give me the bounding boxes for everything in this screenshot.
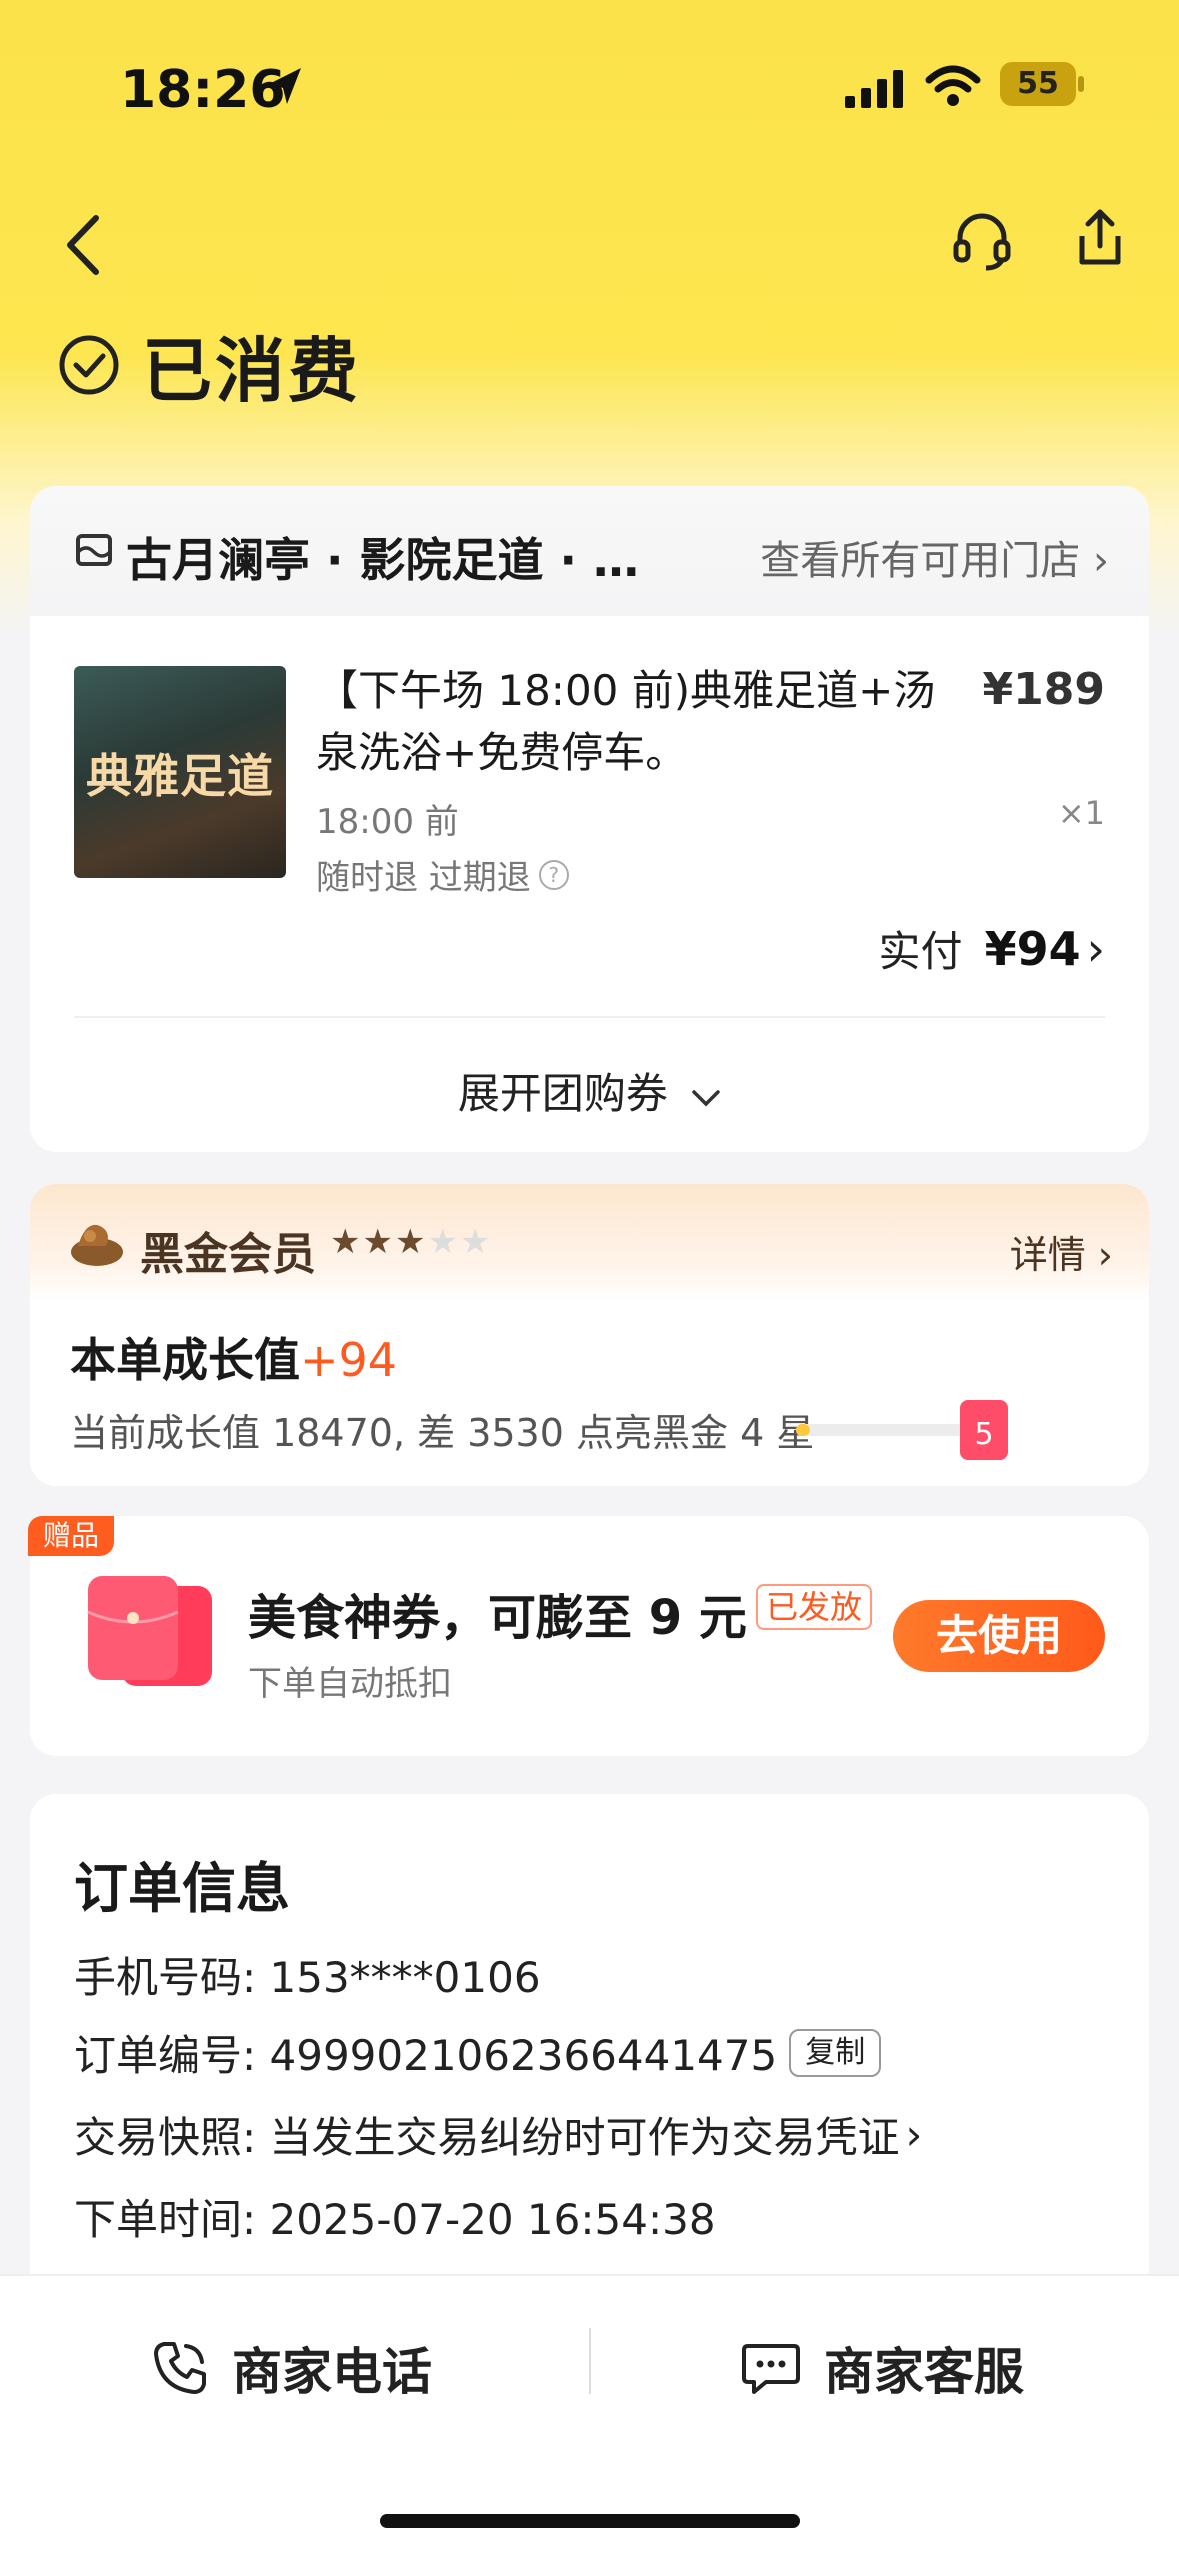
merchant-service-button[interactable]: 商家客服 (740, 2332, 1024, 2404)
phone-row: 手机号码: 153****0106 (74, 1944, 541, 2005)
chat-bubble-icon (742, 2344, 800, 2394)
membership-detail-link[interactable]: 详情 › (1010, 1224, 1113, 1279)
expand-coupons-button[interactable]: 展开团购券 (30, 1060, 1149, 1121)
red-packet-number: 5 (974, 1417, 994, 1452)
paid-amount-row[interactable]: 实付 ¥94 › (879, 918, 1105, 979)
order-info-card: 订单信息 手机号码: 153****0106 订单编号: 49990210623… (30, 1794, 1149, 2294)
store-icon (76, 534, 112, 566)
issued-badge: 已发放 (756, 1584, 873, 1630)
merchant-phone-button[interactable]: 商家电话 (150, 2332, 432, 2404)
order-time-text: 下单时间: 2025-07-20 16:54:38 (74, 2195, 716, 2244)
copy-button[interactable]: 复制 (789, 2028, 882, 2077)
gift-tag: 赠品 (28, 1516, 114, 1556)
gift-title: 美食神券，可膨至 9 元 (248, 1590, 747, 1646)
chevron-right-icon: › (1097, 1233, 1113, 1277)
shop-bar[interactable]: 古月澜亭 · 影院足道 · … 查看所有可用门店 › (30, 486, 1149, 616)
phone-icon (154, 2342, 206, 2394)
growth-progress-fill (796, 1424, 810, 1436)
bottom-divider (589, 2328, 591, 2394)
paid-value: ¥94 (984, 921, 1081, 976)
black-gold-member-logo-icon (71, 1224, 123, 1266)
merchant-service-label: 商家客服 (824, 2343, 1024, 2401)
membership-header: 黑金会员 ★★★★★ 详情 › (30, 1184, 1149, 1302)
back-arrow-icon[interactable] (58, 210, 108, 280)
product-price: ¥189 (982, 664, 1105, 715)
shop-name[interactable]: 古月澜亭 · 影院足道 · … (126, 524, 639, 590)
growth-progress-text: 当前成长值 18470, 差 3530 点亮黑金 4 星 (70, 1411, 815, 1455)
red-packet-reward-icon: 5 (960, 1400, 1008, 1460)
battery-indicator: 55 (1000, 62, 1076, 106)
expand-label: 展开团购券 (457, 1069, 668, 1118)
merchant-phone-label: 商家电话 (232, 2343, 432, 2401)
cellular-signal-icon (845, 70, 903, 108)
gift-card: 赠品 美食神券，可膨至 9 元 已发放 下单自动抵扣 去使用 (28, 1516, 1149, 1756)
location-arrow-icon (269, 68, 301, 104)
star-filled-icon: ★ (330, 1222, 363, 1262)
growth-value-title: 本单成长值+94 (70, 1324, 397, 1390)
star-filled-icon: ★ (394, 1222, 428, 1262)
order-info-title: 订单信息 (74, 1857, 290, 1920)
divider (74, 1016, 1105, 1018)
phone-text: 手机号码: 153****0106 (74, 1953, 541, 2002)
star-empty-icon: ★ (459, 1222, 493, 1262)
chevron-right-icon: › (1086, 921, 1105, 976)
battery-tip (1078, 76, 1084, 92)
membership-title: 黑金会员 (140, 1229, 316, 1280)
share-icon[interactable] (1068, 206, 1132, 270)
gift-subtitle: 下单自动抵扣 (248, 1664, 452, 1704)
snapshot-text: 交易快照: 当发生交易纠纷时可作为交易凭证 (74, 2113, 900, 2162)
product-card: 古月澜亭 · 影院足道 · … 查看所有可用门店 › 典雅足道 【下午场 18:… (30, 486, 1149, 1152)
thumbnail-caption: 典雅足道 (86, 749, 274, 803)
star-empty-icon: ★ (427, 1222, 460, 1262)
membership-card: 黑金会员 ★★★★★ 详情 › 本单成长值+94 当前成长值 18470, 差 … (30, 1184, 1149, 1486)
status-bar: 18:26 55 (0, 60, 1179, 120)
wifi-icon (925, 65, 981, 106)
quantity: ×1 (1057, 794, 1105, 832)
growth-plus: +94 (300, 1333, 398, 1387)
view-all-stores-label: 查看所有可用门店 (760, 538, 1081, 584)
check-circle-icon (59, 335, 119, 395)
member-stars: ★★★★★ (330, 1222, 492, 1262)
growth-progress-bar (796, 1424, 968, 1436)
chevron-right-icon: › (1093, 538, 1109, 584)
status-label: 已消费 (142, 329, 361, 412)
refund-text: 随时退 过期退 (316, 858, 531, 898)
paid-label: 实付 (878, 927, 963, 976)
use-coupon-button[interactable]: 去使用 (893, 1600, 1105, 1672)
product-thumbnail[interactable]: 典雅足道 (74, 666, 286, 878)
order-number-text: 订单编号: 4999021062366441475 (74, 2031, 778, 2080)
order-number-row: 订单编号: 4999021062366441475 复制 (74, 2022, 882, 2083)
time-restriction: 18:00 前 (316, 802, 459, 842)
customer-service-headset-icon[interactable] (950, 210, 1014, 274)
view-all-stores-link[interactable]: 查看所有可用门店 › (760, 528, 1109, 586)
clock: 18:26 (120, 60, 286, 120)
order-status: 已消费 (58, 320, 361, 412)
red-envelope-coupon-icon (87, 1576, 212, 1686)
star-filled-icon: ★ (362, 1222, 395, 1262)
refund-policy: 随时退 过期退 ? (316, 850, 569, 899)
home-indicator (380, 2514, 800, 2528)
chevron-right-icon: › (905, 2110, 923, 2159)
chevron-down-icon (692, 1090, 720, 1107)
order-time-row: 下单时间: 2025-07-20 16:54:38 (74, 2186, 716, 2247)
snapshot-row[interactable]: 交易快照: 当发生交易纠纷时可作为交易凭证 › (74, 2104, 922, 2165)
product-title: 【下午场 18:00 前)典雅足道+汤泉洗浴+免费停车。 (316, 666, 936, 777)
growth-label: 本单成长值 (70, 1333, 300, 1387)
help-question-icon[interactable]: ? (538, 859, 569, 890)
detail-label: 详情 (1009, 1233, 1086, 1277)
